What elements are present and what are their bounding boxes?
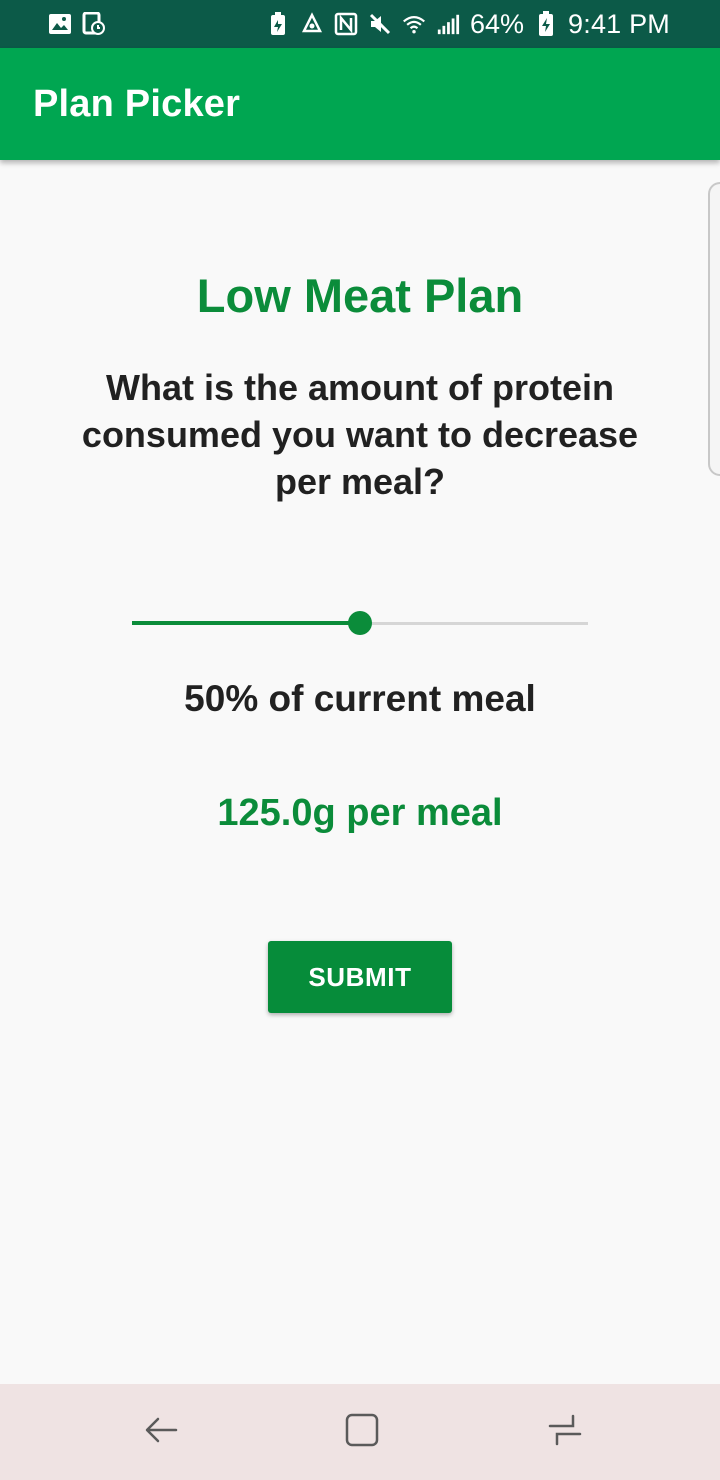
slider-fill — [132, 621, 360, 625]
nfc-icon — [334, 12, 358, 36]
back-icon — [142, 1410, 182, 1455]
battery-percent: 64% — [470, 8, 525, 39]
recycle-icon — [300, 12, 324, 36]
mute-icon — [368, 12, 392, 36]
home-button[interactable] — [330, 1400, 394, 1464]
edge-panel-handle[interactable] — [708, 182, 720, 476]
navigation-bar — [0, 1384, 720, 1480]
signal-icon — [436, 12, 460, 36]
status-right-icons: 64% 9:41 PM — [266, 9, 670, 40]
status-time: 9:41 PM — [568, 8, 670, 39]
grams-per-meal-label: 125.0g per meal — [217, 792, 503, 834]
status-left-icons — [48, 12, 106, 36]
screen-record-icon — [82, 12, 106, 36]
status-bar: 64% 9:41 PM — [0, 0, 720, 48]
back-button[interactable] — [130, 1400, 194, 1464]
home-icon — [342, 1410, 382, 1455]
recent-apps-icon — [545, 1410, 585, 1455]
question-text: What is the amount of protein consumed y… — [81, 367, 639, 502]
plan-title: Low Meat Plan — [196, 269, 524, 322]
gallery-icon — [48, 12, 72, 36]
app-title: Plan Picker — [33, 82, 241, 125]
battery-saver-icon — [266, 12, 290, 36]
protein-slider[interactable] — [132, 611, 588, 635]
percent-label: 50% of current meal — [184, 678, 536, 719]
recent-apps-button[interactable] — [533, 1400, 597, 1464]
slider-thumb[interactable] — [348, 611, 372, 635]
submit-button[interactable]: SUBMIT — [268, 941, 452, 1013]
app-bar: Plan Picker — [0, 48, 720, 160]
battery-charging-icon — [534, 11, 558, 36]
wifi-icon — [402, 12, 426, 36]
